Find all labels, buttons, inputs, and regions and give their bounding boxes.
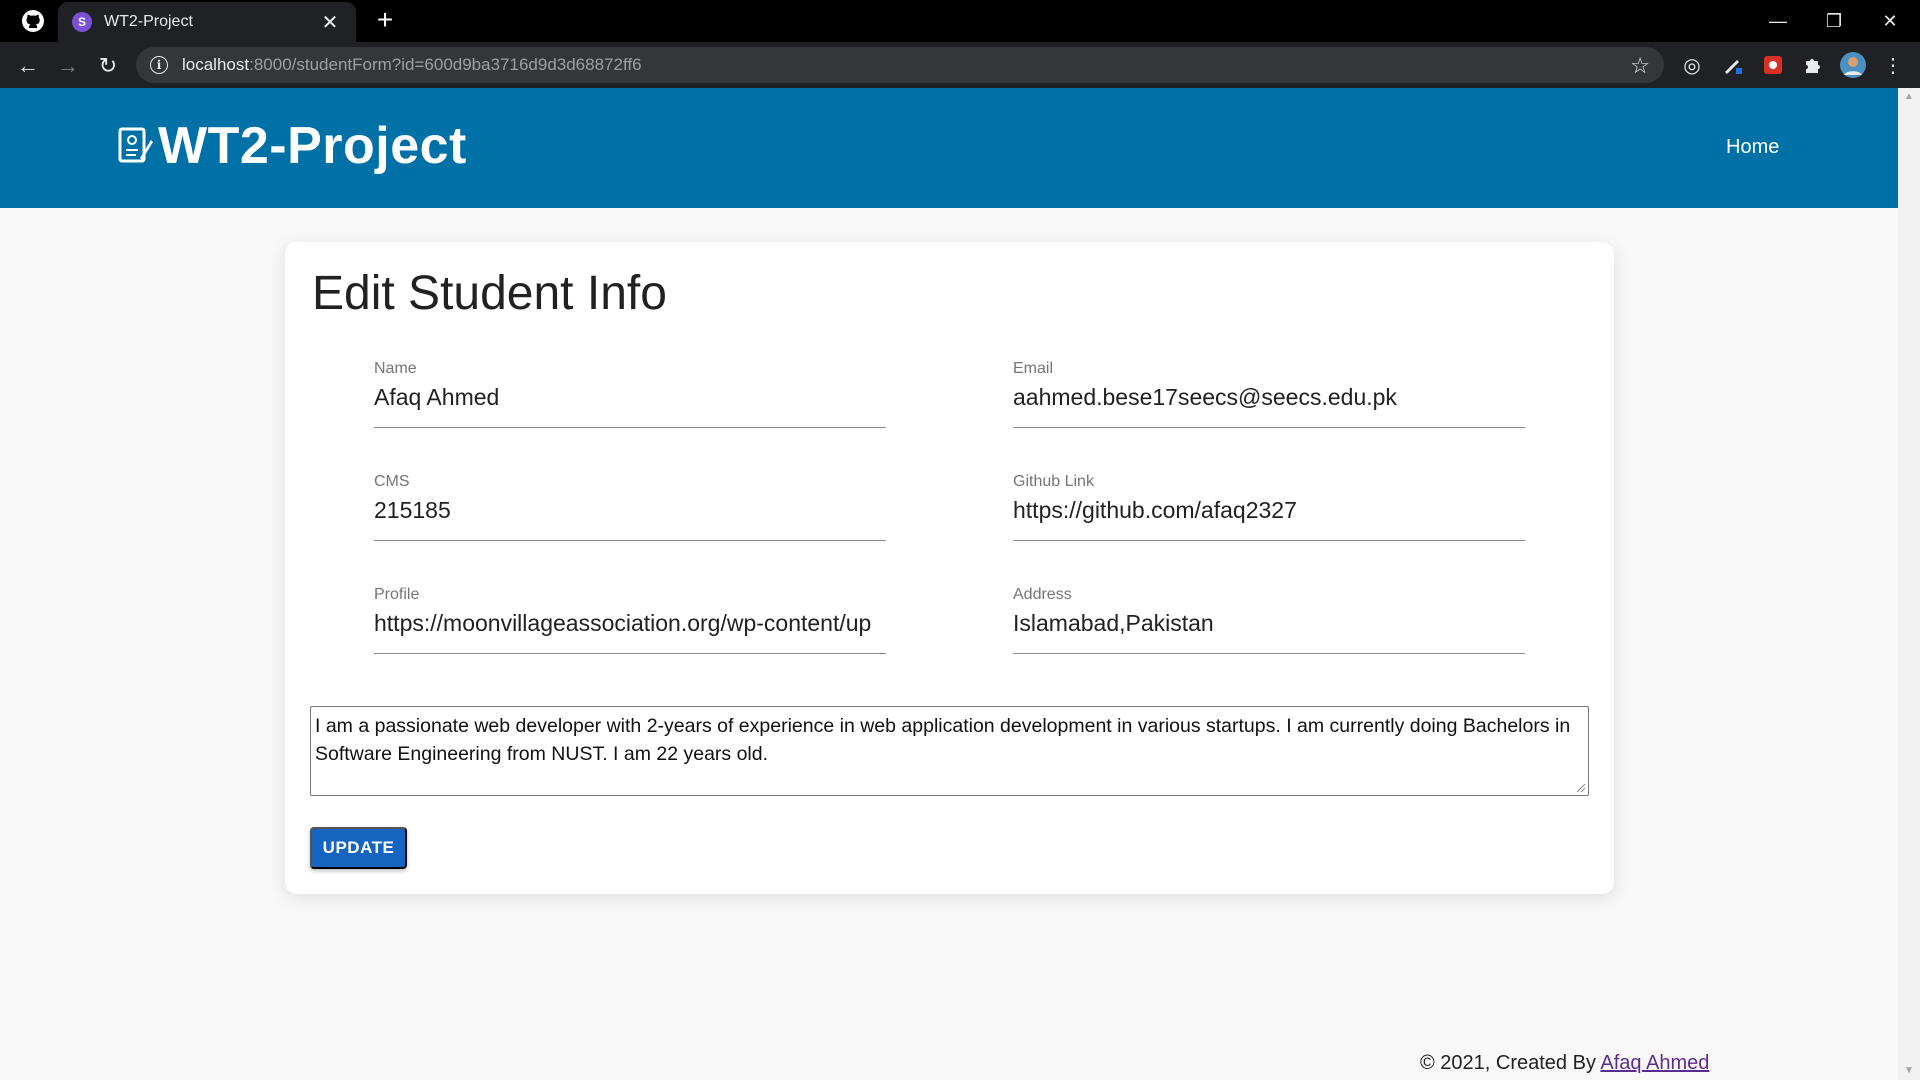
bio-text: I am a passionate web developer with 2-y… [315,715,1571,765]
page-title: Edit Student Info [312,267,667,320]
browser-tab-active[interactable]: S WT2-Project ✕ [58,2,356,42]
profile-label: Profile [374,586,420,603]
restore-window-icon[interactable]: ❐ [1806,4,1862,38]
cms-field[interactable]: CMS 215185 [374,461,886,541]
github-field[interactable]: Github Link https://github.com/afaq2327 [1013,461,1525,541]
back-icon[interactable]: ← [12,50,44,82]
page-scrollbar[interactable]: ▲ ▼ [1898,88,1920,1080]
update-button[interactable]: UPDATE [310,827,407,869]
brand-title: WT2-Project [158,117,467,175]
more-menu-icon[interactable]: ⋮ [1878,50,1908,80]
profile-avatar[interactable] [1838,50,1868,80]
profile-input[interactable]: https://moonvillageassociation.org/wp-co… [374,610,886,637]
scroll-up-arrow-icon[interactable]: ▲ [1898,88,1920,106]
github-icon[interactable] [18,8,48,34]
url-path: :8000/studentForm?id=600d9ba3716d9d3d688… [249,55,642,74]
edit-student-card: Edit Student Info Name Afaq Ahmed Email … [285,242,1614,894]
profile-field[interactable]: Profile https://moonvillageassociation.o… [374,574,886,654]
bio-textarea[interactable]: I am a passionate web developer with 2-y… [310,706,1589,796]
reload-icon[interactable]: ↻ [92,50,124,82]
tab-favicon-icon: S [72,12,92,32]
forward-icon[interactable]: → [52,50,84,82]
address-input[interactable]: Islamabad,Pakistan [1013,610,1525,637]
resize-grip-icon[interactable] [1574,781,1586,793]
puzzle-icon[interactable] [1798,50,1828,80]
page-viewport: WT2-Project Home Edit Student Info Name … [0,88,1898,1080]
footer-credit: © 2021, Created By Afaq Ahmed [1420,1052,1709,1075]
address-bar[interactable]: i localhost:8000/studentForm?id=600d9ba3… [136,47,1664,83]
tab-close-icon[interactable]: ✕ [318,10,342,35]
email-input[interactable]: aahmed.bese17seecs@seecs.edu.pk [1013,384,1525,411]
site-brand[interactable]: WT2-Project [118,116,467,176]
name-label: Name [374,360,417,377]
cms-input[interactable]: 215185 [374,497,886,524]
address-field[interactable]: Address Islamabad,Pakistan [1013,574,1525,654]
browser-toolbar: ← → ↻ i localhost:8000/studentForm?id=60… [0,42,1920,88]
email-field[interactable]: Email aahmed.bese17seecs@seecs.edu.pk [1013,348,1525,428]
footer-copyright: © 2021, Created By [1420,1052,1601,1074]
new-tab-plus-icon[interactable]: + [370,6,400,36]
browser-titlebar: S WT2-Project ✕ + — ❐ ✕ [0,0,1920,42]
info-icon[interactable]: i [150,56,168,74]
certificate-icon [118,127,153,163]
name-input[interactable]: Afaq Ahmed [374,384,886,411]
cms-label: CMS [374,473,410,490]
scroll-down-arrow-icon[interactable]: ▼ [1898,1062,1920,1080]
address-label: Address [1013,586,1072,603]
site-header: WT2-Project Home [0,88,1898,208]
tab-title: WT2-Project [104,13,193,30]
footer-author-link[interactable]: Afaq Ahmed [1600,1052,1709,1074]
bookmark-star-icon[interactable]: ☆ [1630,53,1650,79]
close-window-icon[interactable]: ✕ [1862,4,1918,38]
extension-red-icon[interactable] [1758,50,1788,80]
minimize-window-icon[interactable]: — [1750,4,1806,38]
extension-target-icon[interactable]: ◎ [1677,50,1707,80]
extension-pen-icon[interactable] [1718,50,1748,80]
name-field[interactable]: Name Afaq Ahmed [374,348,886,428]
email-label: Email [1013,360,1054,377]
github-input[interactable]: https://github.com/afaq2327 [1013,497,1525,524]
url-host: localhost [182,55,250,74]
nav-home-link[interactable]: Home [1726,136,1779,159]
github-label: Github Link [1013,473,1094,490]
